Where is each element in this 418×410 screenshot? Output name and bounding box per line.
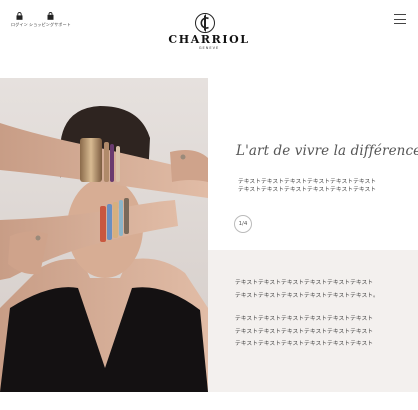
footer-strip xyxy=(0,392,418,410)
body-paragraph-1: テキストテキストテキストテキストテキストテキスト テキストテキストテキストテキス… xyxy=(235,280,379,299)
intro-headline: L'art de vivre la différence xyxy=(236,143,418,159)
brand-logo[interactable]: CHARRIOL xyxy=(150,33,268,46)
slide-pager[interactable]: 1/4 xyxy=(234,215,252,233)
model-with-bracelets-image xyxy=(0,78,208,392)
shopping-bag-icon xyxy=(47,12,53,20)
site-header: ログイン ショッピングサポート CHARRIOL GENEVE xyxy=(0,0,418,78)
shopping-support-link[interactable]: ショッピングサポート xyxy=(29,12,71,28)
login-link[interactable]: ログイン xyxy=(11,12,28,28)
shopping-support-label: ショッピングサポート xyxy=(29,22,71,27)
brand-crest-icon[interactable] xyxy=(194,12,216,34)
intro-text: テキストテキストテキストテキストテキストテキスト テキストテキストテキストテキス… xyxy=(238,179,377,193)
menu-icon[interactable] xyxy=(394,14,406,24)
body-paragraph-2: テキストテキストテキストテキストテキストテキスト テキストテキストテキストテキス… xyxy=(235,316,374,347)
brand-subtitle: GENEVE xyxy=(198,46,220,50)
hero-image xyxy=(0,78,208,392)
login-label: ログイン xyxy=(11,22,28,27)
lock-icon xyxy=(16,12,23,20)
